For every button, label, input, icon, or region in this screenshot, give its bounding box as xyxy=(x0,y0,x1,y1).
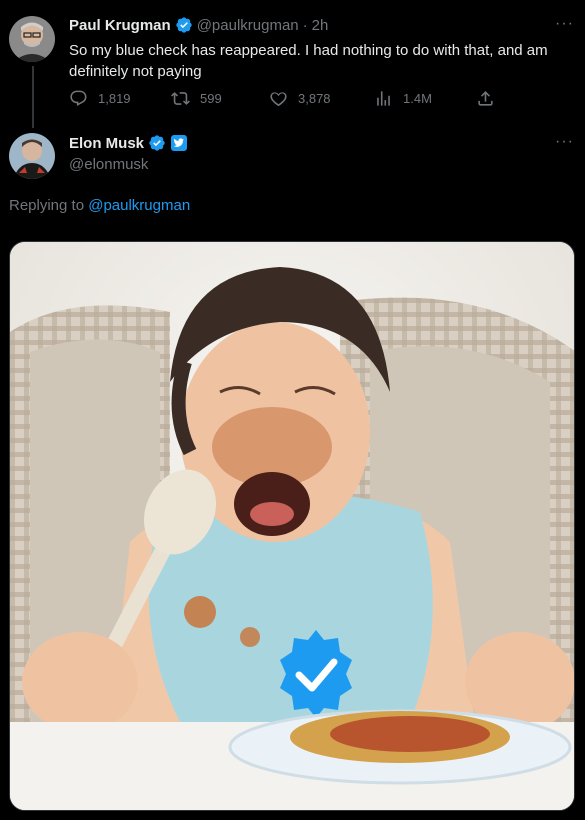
retweet-count: 599 xyxy=(200,91,222,106)
views-count: 1.4M xyxy=(403,91,432,106)
share-icon xyxy=(478,91,493,106)
time-separator: · xyxy=(302,16,308,34)
like-button[interactable]: 3,878 xyxy=(269,89,331,108)
verified-badge-icon[interactable] xyxy=(175,16,193,34)
verified-badge-icon[interactable] xyxy=(148,134,166,152)
reply-author-name[interactable]: Elon Musk xyxy=(69,135,144,152)
reply-author-handle[interactable]: @elonmusk xyxy=(69,156,148,173)
replying-to-line: Replying to @paulkrugman xyxy=(9,197,190,214)
tweet-actions: 1,819 599 3,878 1.4M xyxy=(69,89,499,111)
share-button[interactable] xyxy=(476,89,505,108)
replying-to-label: Replying to xyxy=(9,197,85,214)
reply-media-image[interactable] xyxy=(9,241,575,811)
replying-to-mention[interactable]: @paulkrugman xyxy=(88,197,190,214)
more-icon[interactable]: ··· xyxy=(555,133,574,151)
more-icon[interactable]: ··· xyxy=(555,15,574,33)
reply-count: 1,819 xyxy=(98,91,131,106)
affiliate-badge-icon[interactable] xyxy=(170,134,188,152)
original-tweet-header: Paul Krugman @paulkrugman · 2h xyxy=(69,16,328,34)
views-button[interactable]: 1.4M xyxy=(374,89,432,108)
author-handle[interactable]: @paulkrugman xyxy=(197,17,299,34)
retweet-icon xyxy=(171,92,190,105)
tweet-timestamp[interactable]: 2h xyxy=(312,17,329,34)
paul-krugman-avatar[interactable] xyxy=(9,16,55,62)
reply-icon xyxy=(70,90,87,106)
retweet-button[interactable]: 599 xyxy=(171,89,222,108)
like-count: 3,878 xyxy=(298,91,331,106)
thread-connector-line xyxy=(32,66,34,128)
tweet-text: So my blue check has reappeared. I had n… xyxy=(69,42,548,80)
elon-musk-avatar[interactable] xyxy=(9,133,55,179)
author-name[interactable]: Paul Krugman xyxy=(69,17,171,34)
reply-button[interactable]: 1,819 xyxy=(69,89,131,108)
views-icon xyxy=(377,91,390,106)
like-icon xyxy=(270,92,287,107)
reply-tweet-header: Elon Musk xyxy=(69,134,192,152)
